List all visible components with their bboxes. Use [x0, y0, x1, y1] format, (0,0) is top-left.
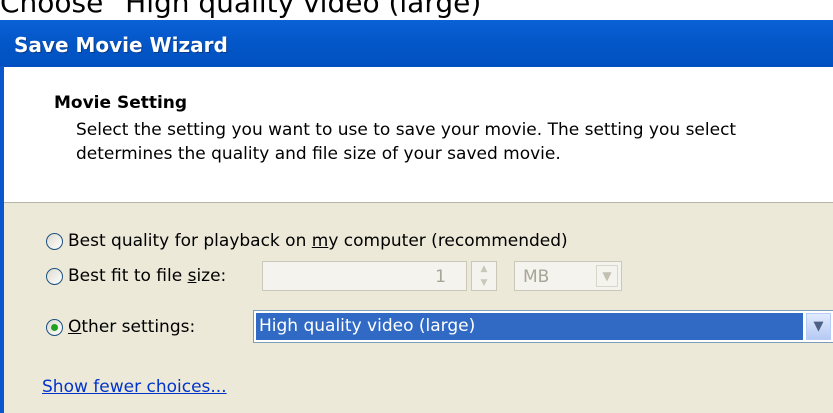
header-title: Movie Setting	[54, 93, 188, 113]
other-settings-selected-value[interactable]: High quality video (large)	[256, 313, 803, 340]
wizard-header: Movie Setting Select the setting you wan…	[4, 67, 833, 203]
option-best-fit[interactable]: Best fit to file size:	[46, 262, 226, 290]
chevron-down-icon[interactable]: ▼	[596, 265, 618, 287]
label-other-settings[interactable]: Other settings:	[68, 317, 195, 337]
size-unit-value: MB	[523, 267, 550, 287]
option-other-settings[interactable]: Other settings:	[46, 313, 195, 341]
header-description: Select the setting you want to use to sa…	[76, 120, 737, 164]
file-size-value: 1	[435, 267, 446, 287]
spin-down-icon[interactable]: ▼	[472, 276, 496, 290]
title-bar[interactable]: Save Movie Wizard	[0, 20, 833, 67]
label-best-fit[interactable]: Best fit to file size:	[68, 266, 226, 286]
radio-other-settings[interactable]	[46, 318, 63, 336]
wizard-body: Best quality for playback on my computer…	[4, 203, 833, 413]
show-fewer-choices-link[interactable]: Show fewer choices...	[42, 377, 227, 397]
file-size-input[interactable]: 1	[262, 261, 467, 291]
label-best-quality[interactable]: Best quality for playback on my computer…	[68, 231, 568, 251]
file-size-spinner[interactable]: ▲ ▼	[471, 261, 497, 291]
dropdown-chevron-down-icon[interactable]: ▼	[806, 313, 831, 340]
save-movie-wizard-window: Save Movie Wizard Movie Setting Select t…	[0, 20, 833, 413]
radio-best-quality[interactable]	[46, 232, 63, 250]
other-settings-dropdown[interactable]: High quality video (large) ▼	[253, 310, 833, 343]
size-unit-dropdown[interactable]: MB ▼	[514, 261, 622, 291]
radio-best-fit[interactable]	[46, 267, 63, 285]
caption-text: Choose "High quality video (large)"	[0, 0, 495, 19]
spin-up-icon[interactable]: ▲	[472, 262, 496, 276]
option-best-quality[interactable]: Best quality for playback on my computer…	[46, 227, 568, 255]
window-title: Save Movie Wizard	[14, 33, 228, 57]
